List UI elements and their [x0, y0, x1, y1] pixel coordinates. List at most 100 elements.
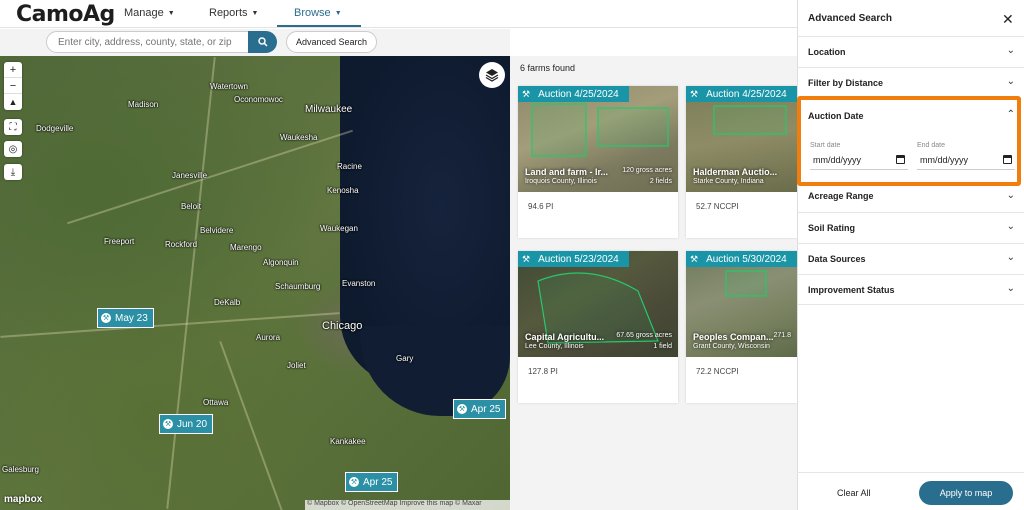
chevron-down-icon: ⌄ [1006, 283, 1015, 294]
apply-to-map-button[interactable]: Apply to map [919, 481, 1013, 505]
clear-all-button[interactable]: Clear All [837, 488, 871, 498]
auction-marker[interactable]: ⚒ Apr 25 [453, 399, 507, 419]
auction-date-banner: ⚒ Auction 4/25/2024 [686, 86, 797, 102]
caret-down-icon: ▼ [167, 9, 175, 17]
section-improvement-status[interactable]: Improvement Status ⌄ [798, 274, 1024, 305]
city-label: Racine [337, 162, 362, 171]
city-label: Waukegan [320, 224, 358, 233]
active-nav-indicator [277, 25, 361, 27]
auction-date: Auction 4/25/2024 [538, 88, 619, 100]
city-label: Beloit [181, 202, 202, 211]
gavel-icon: ⚒ [690, 88, 699, 99]
section-filter-distance[interactable]: Filter by Distance ⌄ [798, 67, 1024, 98]
zoom-out-button[interactable]: − [4, 78, 22, 94]
section-label: Filter by Distance [808, 78, 884, 88]
highway-line [166, 57, 216, 509]
city-label: Algonquin [263, 258, 299, 267]
marker-label: May 23 [115, 312, 148, 324]
fullscreen-control: ⛶ [4, 119, 22, 135]
farm-card[interactable]: ⚒ Auction 4/25/2024 Land and farm - Ir...… [518, 86, 678, 238]
nav-browse[interactable]: Browse ▼ [294, 7, 342, 19]
gross-acres: 271.8 [773, 332, 791, 339]
auction-marker[interactable]: ⚒ May 23 [97, 308, 154, 328]
auction-marker[interactable]: ⚒ Apr 25 [345, 472, 399, 492]
chevron-down-icon: ⌄ [1006, 221, 1015, 232]
city-label: Janesville [172, 171, 208, 180]
nav-reports[interactable]: Reports ▼ [209, 7, 258, 19]
section-acreage-range[interactable]: Acreage Range ⌄ [798, 182, 1024, 213]
map-attribution[interactable]: © Mapbox © OpenStreetMap Improve this ma… [305, 500, 510, 510]
caret-down-icon: ▼ [251, 9, 259, 17]
city-label: Freeport [104, 237, 135, 246]
city-label: Dodgeville [36, 124, 74, 133]
farm-card[interactable]: ⚒ Auction 5/23/2024 Capital Agricultu... … [518, 251, 678, 403]
advanced-search-button[interactable]: Advanced Search [286, 31, 377, 53]
city-label: Galesburg [2, 465, 39, 474]
panel-footer: Clear All Apply to map [797, 472, 1024, 510]
city-label: Marengo [230, 243, 262, 252]
nav-manage[interactable]: Manage ▼ [124, 7, 175, 19]
city-label: Madison [128, 100, 159, 109]
auction-date: Auction 5/30/2024 [706, 253, 787, 265]
chevron-down-icon: ⌄ [1006, 190, 1015, 201]
results-count: 6 farms found [520, 63, 576, 73]
geolocate-button[interactable]: ◎ [4, 141, 22, 157]
auction-date: Auction 5/23/2024 [538, 253, 619, 265]
city-label: Milwaukee [305, 104, 353, 115]
auction-date-banner: ⚒ Auction 5/30/2024 [686, 251, 797, 267]
gavel-icon: ⚒ [457, 404, 467, 414]
location-search-input[interactable] [46, 31, 250, 53]
marker-label: Jun 20 [177, 418, 208, 430]
app-logo[interactable]: CamoAg [16, 2, 115, 27]
chevron-down-icon: ⌄ [1006, 76, 1015, 87]
city-label: Kenosha [327, 186, 359, 195]
soil-rating: 72.2 NCCPI [696, 367, 739, 376]
close-icon[interactable]: ✕ [1002, 11, 1014, 28]
farm-location: Lee County, Illinois [525, 343, 584, 350]
farm-title: Land and farm - Ir... [525, 167, 609, 177]
search-icon [257, 37, 268, 47]
farm-card[interactable]: ⚒ Auction 4/25/2024 Halderman Auctio... S… [686, 86, 797, 238]
gavel-icon: ⚒ [522, 253, 531, 264]
gavel-icon: ⚒ [101, 313, 111, 323]
fullscreen-button[interactable]: ⛶ [4, 119, 22, 135]
auction-marker[interactable]: ⚒ Jun 20 [159, 414, 214, 434]
top-navbar: CamoAg Manage ▼ Reports ▼ Browse ▼ [0, 0, 797, 28]
auction-date: Auction 4/25/2024 [706, 88, 787, 100]
map-view[interactable]: Madison Milwaukee Waukesha Janesville Ra… [0, 56, 510, 510]
marker-label: Apr 25 [363, 476, 393, 488]
download-control: ⤓ [4, 164, 22, 180]
auction-date-banner: ⚒ Auction 4/25/2024 [518, 86, 629, 102]
farm-card[interactable]: ⚒ Auction 5/30/2024 Peoples Compan... 271… [686, 251, 797, 403]
city-label: Waukesha [280, 133, 318, 142]
layers-icon [485, 69, 499, 82]
city-label: Aurora [256, 333, 281, 342]
city-label: DeKalb [214, 298, 241, 307]
section-label: Data Sources [808, 254, 866, 264]
city-label: Watertown [210, 82, 248, 91]
section-label: Improvement Status [808, 285, 895, 295]
download-button[interactable]: ⤓ [4, 164, 22, 180]
city-label: Schaumburg [275, 282, 321, 291]
marker-label: Apr 25 [471, 403, 501, 415]
chevron-down-icon: ⌄ [1006, 45, 1015, 56]
nav-browse-label: Browse [294, 7, 331, 19]
nav-reports-label: Reports [209, 7, 248, 19]
farm-location: Starke County, Indiana [693, 178, 764, 185]
soil-rating: 127.8 PI [528, 367, 558, 376]
gavel-icon: ⚒ [349, 477, 359, 487]
mapbox-logo[interactable]: mapbox [4, 494, 42, 505]
auction-date-highlight [797, 96, 1021, 186]
section-location[interactable]: Location ⌄ [798, 36, 1024, 67]
layers-button[interactable] [479, 62, 505, 88]
chevron-down-icon: ⌄ [1006, 252, 1015, 263]
fullscreen-icon: ⛶ [9, 121, 17, 133]
search-button[interactable] [248, 31, 277, 53]
section-soil-rating[interactable]: Soil Rating ⌄ [798, 212, 1024, 243]
download-icon: ⤓ [10, 166, 16, 178]
section-label: Location [808, 47, 846, 57]
city-label: Ottawa [203, 398, 229, 407]
section-data-sources[interactable]: Data Sources ⌄ [798, 243, 1024, 274]
compass-button[interactable]: ▲ [4, 94, 22, 110]
zoom-in-button[interactable]: + [4, 62, 22, 78]
